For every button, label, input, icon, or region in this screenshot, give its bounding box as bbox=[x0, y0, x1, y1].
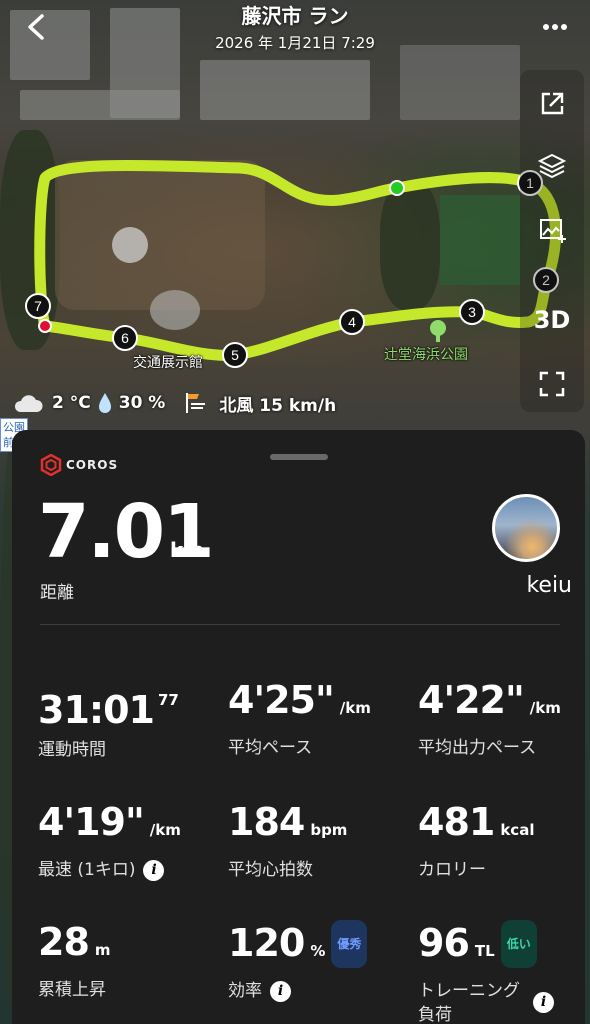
route-end-marker bbox=[38, 319, 52, 333]
metric-calories: 481 kcal カロリー bbox=[418, 800, 590, 882]
metric-unit: % bbox=[310, 942, 326, 960]
metric-label: 効率 bbox=[228, 981, 262, 1001]
temperature-value: 2 °C bbox=[52, 393, 91, 413]
km-marker-3: 3 bbox=[459, 299, 485, 325]
more-options-button[interactable] bbox=[538, 14, 572, 40]
km-marker-7: 7 bbox=[25, 293, 51, 319]
metric-label: カロリー bbox=[418, 860, 486, 880]
map-layers-button[interactable] bbox=[522, 142, 582, 190]
divider bbox=[40, 624, 560, 625]
share-icon bbox=[541, 92, 564, 115]
training-load-badge: 低い bbox=[500, 920, 537, 968]
route-start-marker bbox=[389, 180, 405, 196]
avatar[interactable] bbox=[492, 494, 560, 562]
metric-duration: 31:01 77 運動時間 bbox=[38, 678, 218, 762]
metric-value: 4'25" bbox=[228, 678, 335, 722]
fullscreen-button[interactable] bbox=[522, 360, 582, 408]
cloud-icon bbox=[14, 395, 43, 412]
park-icon bbox=[430, 320, 446, 342]
metric-avg-pace: 4'25"/km 平均ペース bbox=[228, 678, 408, 760]
metric-label: 平均心拍数 bbox=[228, 860, 313, 880]
weather-bar: 2 °C 30 % 北風 15 km/h bbox=[12, 386, 340, 420]
humidity-drop-icon bbox=[98, 393, 111, 413]
metric-unit: kcal bbox=[500, 821, 535, 839]
wind-value: 北風 15 km/h bbox=[219, 395, 337, 416]
metric-label: トレーニング負荷 bbox=[418, 981, 520, 1024]
svg-text:3: 3 bbox=[468, 304, 476, 320]
efficiency-badge: 優秀 bbox=[331, 920, 368, 968]
svg-text:6: 6 bbox=[121, 330, 129, 346]
metric-avg-heart-rate: 184 bpm 平均心拍数 bbox=[228, 800, 408, 882]
metric-fastest-km: 4'19"/km 最速 (1キロ) i bbox=[38, 800, 218, 882]
km-marker-4: 4 bbox=[339, 309, 365, 335]
drag-handle[interactable] bbox=[270, 454, 328, 460]
svg-text:7: 7 bbox=[34, 298, 42, 314]
svg-text:4: 4 bbox=[348, 314, 356, 330]
layers-icon bbox=[537, 153, 567, 179]
metric-elevation-gain: 28 m 累積上昇 bbox=[38, 920, 218, 1002]
info-icon[interactable]: i bbox=[270, 981, 291, 1002]
km-marker-6: 6 bbox=[112, 325, 138, 351]
metric-unit: bpm bbox=[310, 821, 348, 839]
activity-datetime: 2026 年 1月21日 7:29 bbox=[215, 34, 375, 52]
facility-label: 交通展示館 bbox=[133, 355, 203, 371]
metric-value: 96 bbox=[418, 921, 470, 965]
wind-flag-icon bbox=[186, 393, 206, 413]
distance-unit: km bbox=[170, 538, 205, 562]
km-marker-5: 5 bbox=[222, 342, 248, 368]
metric-value: 4'22" bbox=[418, 678, 525, 722]
info-icon[interactable]: i bbox=[143, 860, 165, 881]
activity-summary-card[interactable]: COROS 7.01 km 距離 keiu 31:01 77 運動時間 4'25"… bbox=[12, 430, 585, 1024]
metric-unit: /km bbox=[149, 821, 181, 839]
metric-value: 4'19" bbox=[38, 800, 145, 844]
park-label: 辻堂海浜公園 bbox=[384, 347, 468, 363]
metric-efficiency: 120% 優秀 効率 i bbox=[228, 920, 408, 1003]
metric-avg-power-pace: 4'22"/km 平均出力ペース bbox=[418, 678, 590, 760]
svg-text:5: 5 bbox=[231, 347, 239, 363]
metric-value: 28 bbox=[38, 920, 90, 964]
brand-name: COROS bbox=[66, 458, 119, 472]
info-icon[interactable]: i bbox=[533, 992, 554, 1013]
view-3d-button[interactable]: 3D bbox=[522, 296, 582, 344]
metric-value: 481 bbox=[418, 800, 495, 844]
metric-label: 最速 (1キロ) bbox=[38, 860, 136, 880]
metric-subseconds: 77 bbox=[157, 691, 179, 709]
metric-unit: /km bbox=[339, 699, 371, 717]
fullscreen-icon bbox=[539, 371, 565, 397]
metric-value: 120 bbox=[228, 921, 305, 965]
top-bar: 藤沢市 ラン 2026 年 1月21日 7:29 bbox=[0, 0, 590, 60]
more-dots-icon bbox=[543, 24, 567, 30]
add-image-icon bbox=[540, 219, 566, 243]
metric-label: 累積上昇 bbox=[38, 980, 106, 1000]
metric-value: 31:01 bbox=[38, 688, 155, 732]
metric-label: 平均出力ペース bbox=[418, 738, 537, 758]
share-button[interactable] bbox=[522, 80, 582, 128]
brand-logo: COROS bbox=[40, 454, 118, 476]
username: keiu bbox=[526, 573, 572, 598]
metric-label: 平均ペース bbox=[228, 738, 313, 758]
metric-unit: /km bbox=[529, 699, 561, 717]
metric-unit: m bbox=[94, 941, 111, 959]
metric-label: 運動時間 bbox=[38, 740, 106, 760]
metric-unit: TL bbox=[474, 942, 495, 960]
distance-label: 距離 bbox=[40, 583, 74, 603]
coros-logo-icon bbox=[40, 454, 62, 476]
route-overlay: 1 2 3 4 5 6 7 bbox=[25, 159, 561, 368]
humidity-value: 30 % bbox=[118, 393, 166, 413]
activity-title: 藤沢市 ラン bbox=[241, 4, 349, 28]
elevation-chart-button[interactable] bbox=[522, 206, 582, 254]
metric-value: 184 bbox=[228, 800, 305, 844]
